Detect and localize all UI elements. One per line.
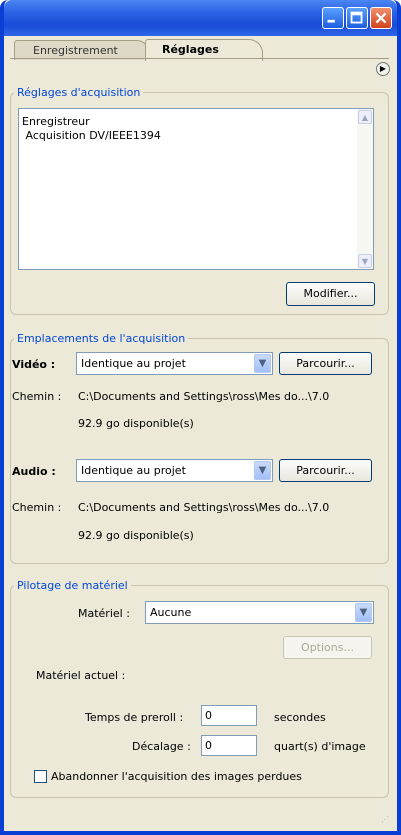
tab-enregistrement-label: Enregistrement <box>33 44 118 57</box>
video-location-value: Identique au projet <box>81 357 186 370</box>
offset-unit: quart(s) d'image <box>274 740 366 753</box>
minimize-icon <box>327 19 335 23</box>
preroll-unit: secondes <box>274 711 326 724</box>
panel-menu-arrow-icon: ▶ <box>379 64 387 73</box>
current-device-label: Matériel actuel : <box>36 669 126 682</box>
modify-button[interactable]: Modifier... <box>286 282 375 306</box>
minimize-button[interactable] <box>322 7 344 29</box>
audio-location-value: Identique au projet <box>81 464 186 477</box>
panel-menu-button[interactable]: ▶ <box>376 62 390 76</box>
audio-location-select[interactable]: Identique au projet ▼ <box>76 459 273 482</box>
audio-dropdown-button[interactable]: ▼ <box>254 461 271 480</box>
tab-divider <box>10 58 389 59</box>
maximize-button[interactable] <box>346 7 368 29</box>
offset-input[interactable]: 0 <box>201 735 257 756</box>
video-location-select[interactable]: Identique au projet ▼ <box>76 352 273 375</box>
maximize-icon <box>350 11 363 24</box>
video-browse-button[interactable]: Parcourir... <box>279 352 372 375</box>
preroll-label: Temps de preroll : <box>85 711 184 724</box>
audio-path-value: C:\Documents and Settings\ross\Mes do...… <box>78 501 330 514</box>
preroll-input-value: 0 <box>205 709 212 722</box>
video-path-value: C:\Documents and Settings\ross\Mes do...… <box>78 390 330 403</box>
offset-label: Décalage : <box>132 740 191 753</box>
preroll-input[interactable]: 0 <box>201 705 257 726</box>
options-button[interactable]: Options... <box>283 636 372 659</box>
offset-input-value: 0 <box>205 739 212 752</box>
list-line-dv-acquisition: Acquisition DV/IEEE1394 <box>22 129 161 142</box>
device-control-legend: Pilotage de matériel <box>14 579 131 592</box>
acquisition-locations-legend: Emplacements de l'acquisition <box>14 332 189 345</box>
chevron-down-icon: ▼ <box>258 465 267 476</box>
scroll-down-button[interactable]: ▼ <box>358 254 372 268</box>
abort-on-dropped-frames-label: Abandonner l'acquisition des images perd… <box>51 770 302 783</box>
audio-browse-button[interactable]: Parcourir... <box>279 459 372 482</box>
audio-path-label: Chemin : <box>12 501 62 514</box>
video-label: Vidéo : <box>12 358 56 371</box>
device-label: Matériel : <box>78 607 130 620</box>
close-icon <box>375 12 387 24</box>
acquisition-settings-list[interactable]: Enregistreur Acquisition DV/IEEE1394 ▲ ▼ <box>18 108 374 270</box>
device-value: Aucune <box>150 606 192 619</box>
scroll-up-button[interactable]: ▲ <box>358 110 372 124</box>
tab-reglages-label: Réglages <box>162 43 219 56</box>
device-select[interactable]: Aucune ▼ <box>145 601 374 624</box>
list-line-recorder: Enregistreur <box>22 115 90 128</box>
video-dropdown-button[interactable]: ▼ <box>254 354 271 373</box>
tab-strip: Enregistrement Réglages <box>4 36 397 61</box>
resize-grip-icon[interactable]: ⋰ <box>381 815 391 825</box>
acquisition-settings-legend: Réglages d'acquisition <box>14 86 144 99</box>
video-path-label: Chemin : <box>12 390 62 403</box>
chevron-down-icon: ▼ <box>361 257 369 266</box>
close-button[interactable] <box>370 7 392 29</box>
abort-on-dropped-frames-checkbox[interactable] <box>34 770 47 783</box>
tab-enregistrement[interactable]: Enregistrement <box>14 40 149 60</box>
list-scrollbar[interactable]: ▲ ▼ <box>357 109 373 269</box>
chevron-down-icon: ▼ <box>258 358 267 369</box>
device-dropdown-button[interactable]: ▼ <box>355 603 372 622</box>
audio-available-space: 92.9 go disponible(s) <box>78 529 194 542</box>
video-available-space: 92.9 go disponible(s) <box>78 417 194 430</box>
audio-label: Audio : <box>12 465 56 478</box>
capture-panel-window: Enregistrement Réglages ▶ Réglages d'acq… <box>0 0 401 835</box>
chevron-down-icon: ▼ <box>359 607 368 618</box>
title-bar[interactable] <box>4 0 397 36</box>
chevron-up-icon: ▲ <box>361 113 369 122</box>
